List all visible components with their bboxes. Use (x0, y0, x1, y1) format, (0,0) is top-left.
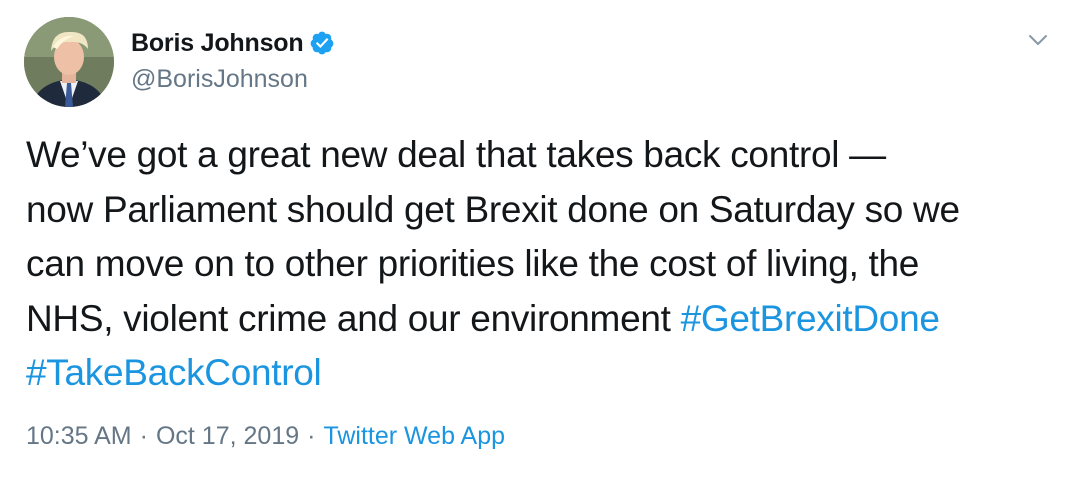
verified-badge-icon (309, 30, 335, 56)
tweet-text-segment: NHS, violent crime and our environment (26, 297, 681, 339)
tweet-card: Boris Johnson @BorisJohnson We’ve got a … (0, 0, 1080, 479)
meta-separator: · (307, 422, 316, 450)
author-display-name[interactable]: Boris Johnson (131, 29, 304, 58)
tweet-time[interactable]: 10:35 AM (26, 422, 132, 450)
hashtag-link[interactable]: #TakeBackControl (26, 352, 322, 393)
tweet-text-line: #TakeBackControl (26, 346, 1066, 401)
tweet-text-line: We’ve got a great new deal that takes ba… (26, 134, 886, 175)
chevron-down-icon[interactable] (1026, 28, 1050, 52)
tweet-source-link[interactable]: Twitter Web App (323, 422, 505, 450)
author-handle[interactable]: @BorisJohnson (131, 65, 308, 94)
profile-photo-icon (24, 17, 114, 107)
tweet-text: We’ve got a great new deal that takes ba… (26, 128, 1066, 401)
meta-separator: · (139, 422, 148, 450)
hashtag-link[interactable]: #GetBrexitDone (681, 298, 940, 339)
tweet-text-line: now Parliament should get Brexit done on… (26, 188, 960, 230)
tweet-meta: 10:35 AM · Oct 17, 2019 · Twitter Web App (26, 422, 505, 451)
tweet-date[interactable]: Oct 17, 2019 (156, 422, 299, 450)
tweet-text-line: NHS, violent crime and our environment #… (26, 292, 1066, 347)
avatar[interactable] (24, 17, 114, 107)
tweet-text-line: can move on to other priorities like the… (26, 243, 920, 284)
author-name-row: Boris Johnson (131, 27, 335, 59)
